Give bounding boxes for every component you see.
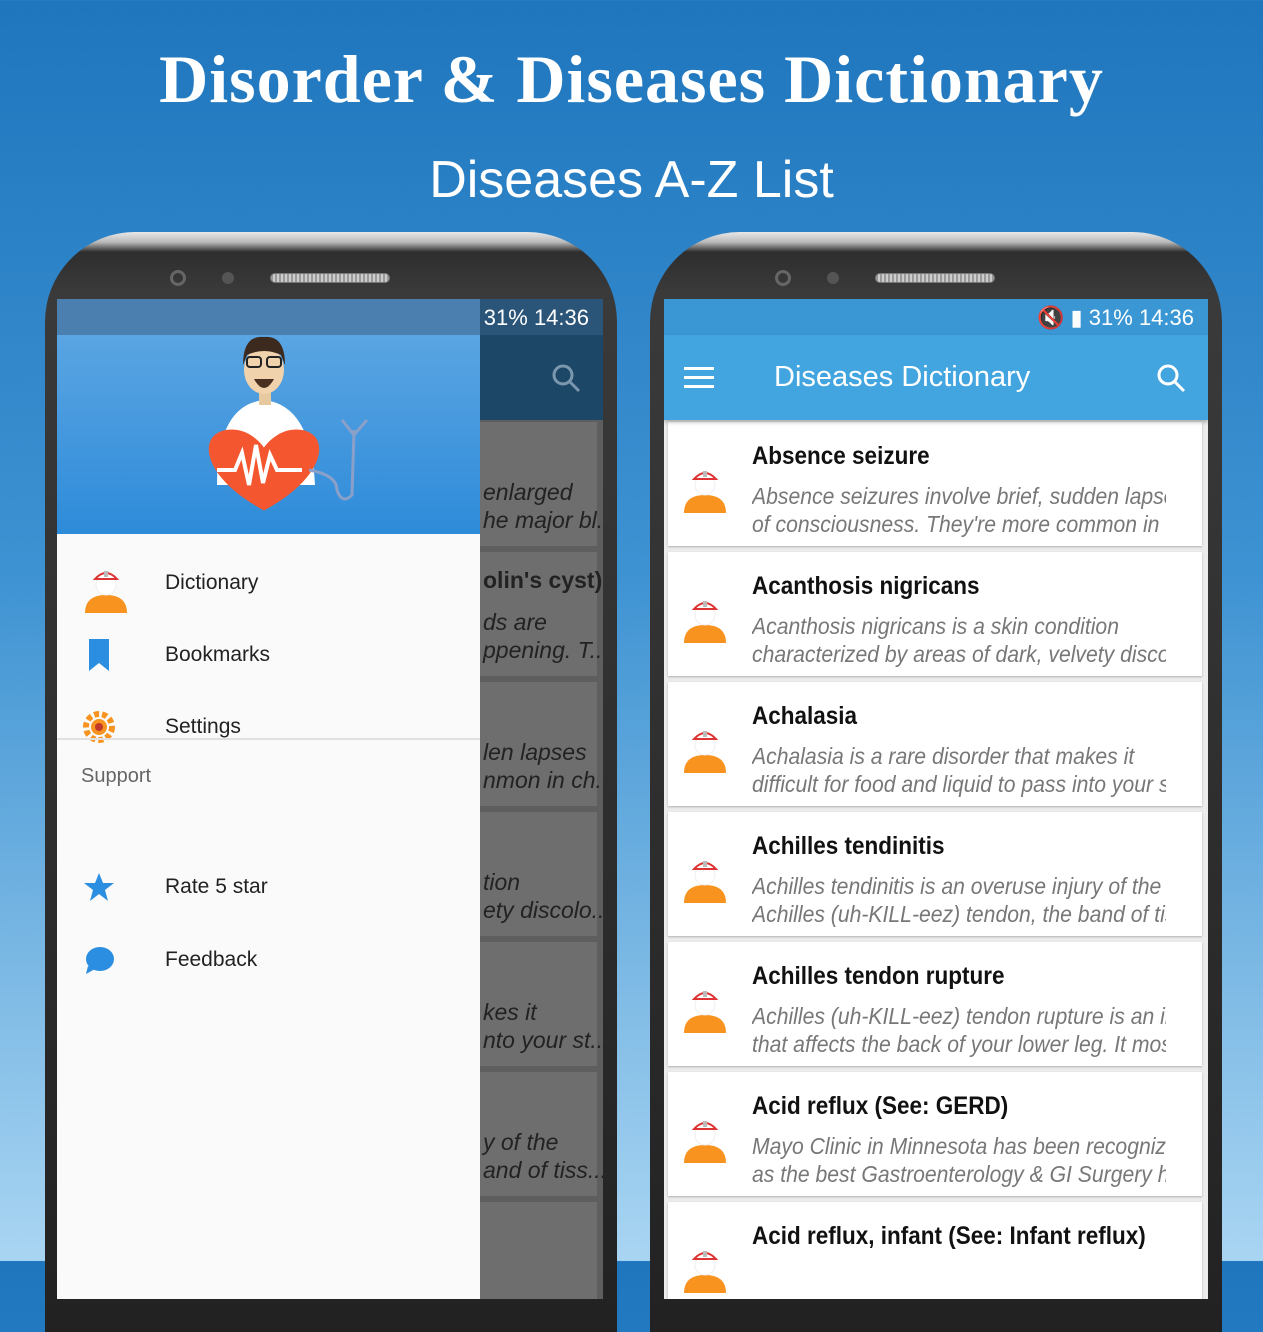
item-desc: Absence seizures involve brief, sudden l… <box>752 483 1166 537</box>
support-header: Support <box>81 765 152 787</box>
doctor-icon <box>682 597 728 643</box>
doctor-heart-illustration <box>208 336 369 511</box>
list-item[interactable]: Acid reflux, infant (See: Infant reflux) <box>668 1202 1202 1299</box>
item-title: Achilles tendinitis <box>752 832 945 860</box>
status-bar: 🔇 ▮ 31% 14:36 <box>664 299 1208 335</box>
banner-title: Disorder & Diseases Dictionary <box>159 41 1104 117</box>
fragment: he major bl... <box>483 507 603 533</box>
sensor <box>827 272 839 284</box>
doctor-icon <box>682 857 728 903</box>
toolbar: Diseases Dictionary <box>664 335 1208 420</box>
item-desc: Achilles tendinitis is an overuse injury… <box>752 873 1166 927</box>
fragment: enlarged <box>483 479 573 505</box>
banner-subtitle: Diseases A-Z List <box>429 151 834 209</box>
menu-item-dictionary[interactable]: Dictionary <box>57 553 480 613</box>
fragment: ds are <box>483 609 547 635</box>
screen: 🔇 ▮ 31% 14:36 Diseases Dictionary Absenc… <box>664 299 1208 1299</box>
search-icon[interactable] <box>1156 363 1186 393</box>
clock: 14:36 <box>1138 305 1194 330</box>
bookmark-icon <box>83 639 115 671</box>
item-title: Achalasia <box>752 702 858 730</box>
sensor <box>222 272 234 284</box>
list-item[interactable]: Achilles tendon rupture Achilles (uh-KIL… <box>668 942 1202 1066</box>
list-item[interactable]: Acanthosis nigricans Acanthosis nigrican… <box>668 552 1202 676</box>
list-item[interactable]: Achilles tendinitis Achilles tendinitis … <box>668 812 1202 936</box>
search-icon[interactable] <box>551 363 581 393</box>
item-title: Absence seizure <box>752 442 930 470</box>
fragment: ppening. T... <box>483 637 603 663</box>
fragment: tion <box>483 869 521 895</box>
star-icon <box>83 871 115 903</box>
camera <box>775 270 791 286</box>
list-item[interactable]: Absence seizure Absence seizures involve… <box>668 422 1202 546</box>
status-bar-drawer <box>57 299 480 335</box>
menu-item-settings[interactable]: Settings <box>57 697 480 757</box>
item-desc: Acanthosis nigricans is a skin condition… <box>752 613 1166 667</box>
clock: 14:36 <box>533 305 589 330</box>
battery-level: 31% <box>1088 305 1133 330</box>
fragment: nmon in ch... <box>483 767 603 793</box>
navigation-drawer: Dictionary Bookmarks Settings Rate 5 star Fe… <box>57 299 480 1299</box>
fragment: and of tiss... <box>483 1157 603 1183</box>
speaker <box>270 273 390 283</box>
chat-bubble-icon <box>83 944 115 976</box>
menu-item-label: Settings <box>165 715 241 738</box>
doctor-icon <box>682 467 728 513</box>
menu-item-rate-5-star[interactable]: Rate 5 star <box>57 857 480 917</box>
fragment: y of the <box>483 1129 559 1155</box>
item-title: Acid reflux (See: GERD) <box>752 1092 1009 1120</box>
menu-item-label: Bookmarks <box>165 643 271 666</box>
doctor-icon <box>682 727 728 773</box>
menu-item-label: Dictionary <box>165 571 259 594</box>
menu-item-bookmarks[interactable]: Bookmarks <box>57 625 480 685</box>
item-desc: Mayo Clinic in Minnesota has been recogn… <box>752 1133 1166 1187</box>
menu-item-label: Feedback <box>165 948 258 971</box>
fragment: nto your st... <box>483 1027 603 1053</box>
list-item[interactable]: Achalasia Achalasia is a rare disorder t… <box>668 682 1202 806</box>
camera <box>170 270 186 286</box>
phone-left: 🔇 ▮ 31% 14:36 enlarged he major bl... ol… <box>45 232 617 1332</box>
list-item[interactable]: Acid reflux (See: GERD) Mayo Clinic in M… <box>668 1072 1202 1196</box>
menu-item-feedback[interactable]: Feedback <box>57 930 480 990</box>
fragment: kes it <box>483 999 537 1025</box>
phone-right: 🔇 ▮ 31% 14:36 Diseases Dictionary Absenc… <box>650 232 1222 1332</box>
item-title: Acid reflux, infant (See: Infant reflux) <box>752 1222 1146 1250</box>
toolbar-title: Diseases Dictionary <box>774 361 1031 393</box>
drawer-header <box>57 335 480 534</box>
doctor-icon <box>682 987 728 1033</box>
fragment: len lapses <box>483 739 587 765</box>
screen: 🔇 ▮ 31% 14:36 enlarged he major bl... ol… <box>57 299 603 1299</box>
menu-icon[interactable] <box>684 365 714 389</box>
fragment: ety discolo... <box>483 897 603 923</box>
item-desc: Achilles (uh-KILL-eez) tendon rupture is… <box>752 1003 1166 1057</box>
speaker <box>875 273 995 283</box>
doctor-icon <box>83 567 127 613</box>
item-title: Achilles tendon rupture <box>752 962 1005 990</box>
doctor-icon <box>682 1247 728 1293</box>
divider <box>57 738 480 740</box>
battery-level: 31% <box>483 305 528 330</box>
item-title: Acanthosis nigricans <box>752 572 980 600</box>
menu-item-label: Rate 5 star <box>165 875 268 898</box>
item-desc: Achalasia is a rare disorder that makes … <box>752 743 1166 797</box>
doctor-icon <box>682 1117 728 1163</box>
fragment: olin's cyst) <box>483 567 603 593</box>
